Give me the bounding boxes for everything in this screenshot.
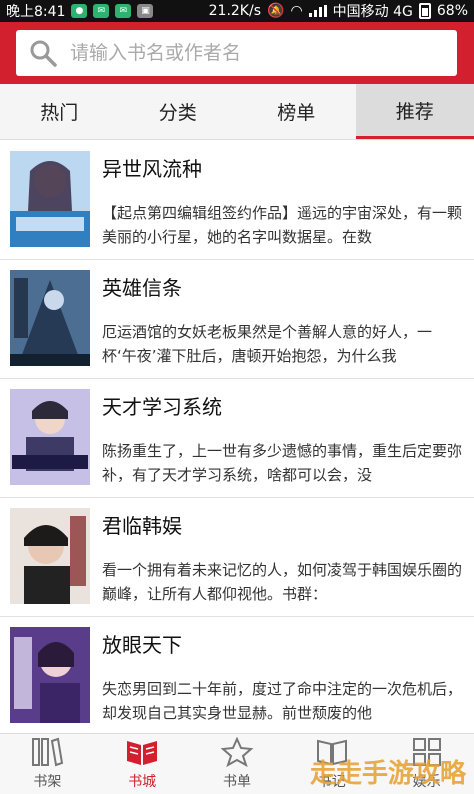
list-item[interactable]: 异世风流种 【起点第四编辑组签约作品】遥远的宇宙深处，有一颗美丽的小行星，她的名…: [0, 141, 474, 260]
list-item[interactable]: 天才学习系统 陈扬重生了，上一世有多少遗憾的事情，重生后定要弥补，有了天才学习系…: [0, 379, 474, 498]
tab-ranking[interactable]: 榜单: [237, 84, 356, 139]
tab-label: 分类: [158, 102, 197, 124]
tab-label: 热门: [40, 102, 79, 124]
book-cover: [10, 151, 90, 247]
nav-bookshelf[interactable]: 书架: [0, 734, 95, 794]
search-input[interactable]: [70, 42, 430, 64]
tab-recommend[interactable]: 推荐: [355, 84, 474, 139]
book-title: 放眼天下: [102, 633, 182, 657]
nav-label: 书架: [33, 774, 62, 790]
list-item[interactable]: 放眼天下 失恋男回到二十年前，度过了命中注定的一次危机后，却发现自己其实身世显赫…: [0, 617, 474, 733]
category-tabs: 热门 分类 榜单 推荐: [0, 84, 474, 140]
search-icon: [30, 40, 57, 67]
book-cover: [10, 270, 90, 366]
status-bar: 晚上8:41 ● ✉ ✉ ▣ 21.2K/s 🔕 ◠ 中国移动 4G 68%: [0, 0, 474, 22]
list-item[interactable]: 英雄信条 厄运酒馆的女妖老板果然是个善解人意的好人，一杯‘午夜’灌下肚后，唐顿开…: [0, 260, 474, 379]
notification-icon: ▣: [137, 4, 154, 18]
book-title: 天才学习系统: [102, 395, 222, 419]
nav-label: 书单: [222, 774, 251, 790]
book-description: 失恋男回到二十年前，度过了命中注定的一次危机后，却发现自己其实身世显赫。前世颓废…: [102, 680, 463, 722]
book-cover: [10, 508, 90, 604]
book-title: 英雄信条: [102, 276, 182, 300]
battery-icon: [418, 3, 431, 19]
nav-booklist[interactable]: 书单: [190, 734, 285, 794]
star-icon: [220, 737, 254, 767]
battery-level: 68%: [436, 3, 468, 19]
mute-icon: 🔕: [267, 3, 285, 19]
status-time: 晚上8:41: [6, 4, 66, 20]
book-list: 异世风流种 【起点第四编辑组签约作品】遥远的宇宙深处，有一颗美丽的小行星，她的名…: [0, 141, 474, 733]
book-cover: [10, 627, 90, 723]
book-description: 陈扬重生了，上一世有多少遗憾的事情，重生后定要弥补，有了天才学习系统，啥都可以会…: [102, 442, 463, 484]
tab-label: 推荐: [395, 100, 434, 123]
notification-app-icon: ●: [71, 4, 88, 18]
bookshelf-icon: [32, 737, 64, 767]
book-description: 【起点第四编辑组签约作品】遥远的宇宙深处，有一颗美丽的小行星，她的名字叫数据星。…: [102, 204, 463, 246]
tab-label: 榜单: [277, 102, 316, 124]
search-header: [0, 22, 474, 84]
carrier: 中国移动 4G: [332, 4, 413, 20]
wifi-icon: ◠: [290, 3, 303, 19]
nav-label: 书城: [128, 774, 157, 790]
wechat-icon-2: ✉: [115, 4, 132, 18]
search-box[interactable]: [16, 30, 457, 76]
book-description: 看一个拥有着未来记忆的人，如何凌驾于韩国娱乐圈的巅峰，让所有人都仰视他。书群：: [102, 561, 463, 603]
tab-hot[interactable]: 热门: [0, 84, 119, 139]
book-title: 异世风流种: [102, 157, 202, 181]
book-cover: [10, 389, 90, 485]
list-item[interactable]: 君临韩娱 看一个拥有着未来记忆的人，如何凌驾于韩国娱乐圈的巅峰，让所有人都仰视他…: [0, 498, 474, 617]
signal-icon: [308, 5, 327, 17]
bookstore-icon: [127, 741, 158, 765]
book-title: 君临韩娱: [102, 514, 182, 538]
watermark: 走走手游攻略: [309, 759, 466, 789]
network-speed: 21.2K/s: [208, 3, 261, 19]
tab-category[interactable]: 分类: [119, 84, 238, 139]
nav-bookstore[interactable]: 书城: [95, 734, 190, 794]
book-description: 厄运酒馆的女妖老板果然是个善解人意的好人，一杯‘午夜’灌下肚后，唐顿开始抱怨，为…: [102, 323, 433, 365]
wechat-icon: ✉: [93, 4, 110, 18]
